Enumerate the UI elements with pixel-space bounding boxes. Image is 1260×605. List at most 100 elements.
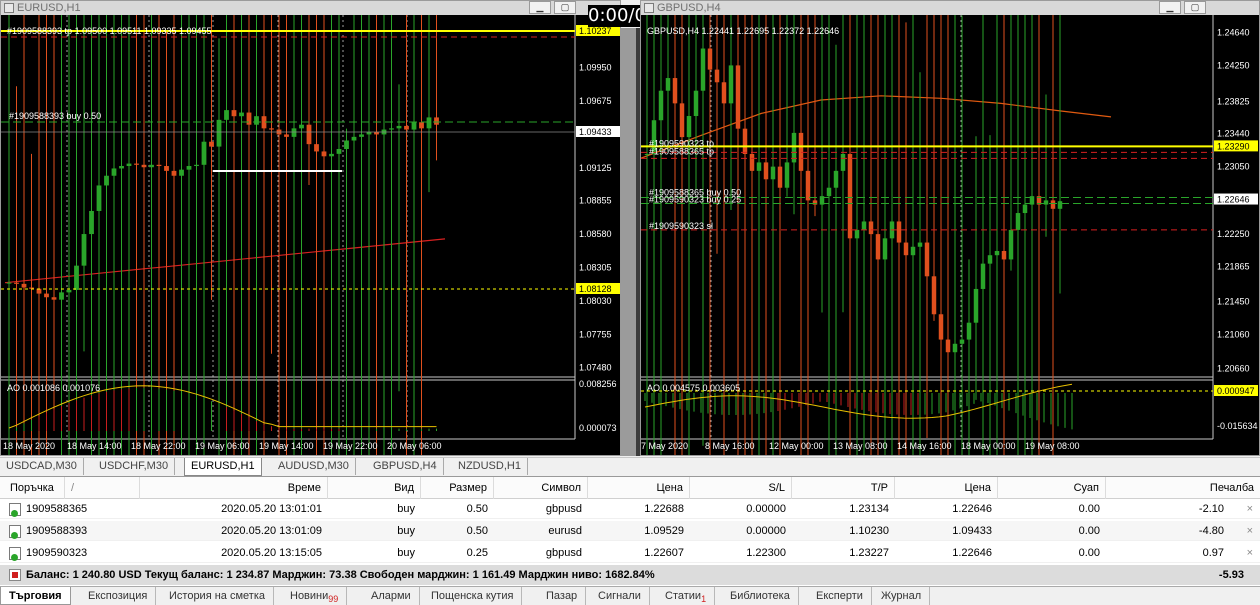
candle-body [321,151,327,157]
col-time[interactable]: Време [140,477,328,499]
table-row[interactable]: 1909590323 2020.05.20 13:15:05 buy 0.25 gbpu… [0,543,1260,563]
candle-body [707,48,713,70]
cell-tp: 1.23134 [849,503,889,515]
cell-type: buy [397,525,415,537]
close-order-icon[interactable]: × [1247,543,1253,563]
symbol-tab-eurusd[interactable]: EURUSD,H1 [184,458,262,476]
col-size[interactable]: Размер [421,477,494,499]
cell-price: 1.22688 [644,503,684,515]
minimize-button[interactable]: ▁ [1159,1,1181,14]
col-type[interactable]: Вид [328,477,421,499]
cell-time: 2020.05.20 13:01:09 [221,525,322,537]
candle-body [1050,200,1056,209]
price-tick-label: 1.21060 [1217,330,1250,340]
candle-body [239,112,244,117]
terminal-tab-6[interactable]: Пазар [538,587,587,605]
eurusd-chart-canvas[interactable]: 1.09950 1.09675 1.09125 1.08855 1.08580 1.083… [1,15,620,455]
table-row[interactable]: 1909588365 2020.05.20 13:01:01 buy 0.50 gbpu… [0,499,1260,519]
symbol-tab-usdchf[interactable]: USDCHF,M30 [93,458,176,475]
candle-body [411,122,417,130]
close-order-icon[interactable]: × [1247,521,1253,541]
candle-body [665,78,671,91]
col-profit[interactable]: Печалба [1106,477,1260,499]
candle-body [749,153,755,171]
cell-price: 1.22607 [644,547,684,559]
candle-body [179,169,184,176]
col-price[interactable]: Цена [588,477,690,499]
terminal-tab-3[interactable]: Новини99 [282,587,348,605]
candle-body [89,210,94,235]
col-swap[interactable]: Суап [998,477,1106,499]
cell-sl: 1.22300 [746,547,786,559]
symbol-tab-nzdusd[interactable]: NZDUSD,H1 [452,458,528,475]
price-tick-label: 1.24250 [1217,60,1250,70]
terminal-tab-7[interactable]: Сигнали [590,587,650,605]
minimize-button[interactable]: ▁ [529,1,551,14]
candle-body [81,234,87,266]
terminal-tab-label: Статии [665,590,702,602]
chart-title-bar[interactable]: EURUSD,H1 [1,1,620,15]
balance-row: Баланс: 1 240.80 USD Текущ баланс: 1 234… [0,565,1260,585]
terminal-tab-11[interactable]: Журнал [873,587,931,605]
terminal-tab-label: Експозиция [88,590,148,602]
col-current-price[interactable]: Цена [895,477,998,499]
candle-body [434,117,439,125]
candle-body [1057,201,1063,209]
gbpusd-chart-canvas[interactable]: 1.24640 1.24250 1.23825 1.23440 1.23050 1.222… [641,15,1259,455]
tp-price-label: 1.10237 [579,26,612,36]
price-tick-label: 1.23825 [1217,96,1250,106]
terminal-tab-9[interactable]: Библиотека [722,587,799,605]
symbol-tab-audusd[interactable]: AUDUSD,M30 [272,458,356,475]
terminal-window: EURUSD,H1 ▁ ▢ 1.09950 1.09675 1.09125 1.088… [0,0,1260,605]
terminal-tab-5[interactable]: Пощенска кутия [423,587,523,605]
candle-body [826,187,832,197]
table-row[interactable]: 1909588393 2020.05.20 13:01:09 buy 0.50 euru… [0,521,1260,541]
time-tick-label: 19 May 14:00 [259,441,314,451]
symbol-tab-usdcad[interactable]: USDCAD,M30 [0,458,84,475]
candle-body [404,125,409,130]
candle-body [119,166,124,169]
terminal-tab-label: Библиотека [730,590,790,602]
chart-window-icon [4,3,14,13]
cell-symbol: gbpusd [545,547,582,559]
col-symbol[interactable]: Символ [494,477,588,499]
terminal-tab-label: Сигнали [598,590,641,602]
candle-body [686,116,692,138]
candle-body [344,140,349,150]
level-price-text: 1.23290 [1217,141,1250,151]
candle-body [1008,229,1014,260]
symbol-tab-gbpusd[interactable]: GBPUSD,H4 [367,458,444,475]
maximize-button[interactable]: ▢ [1184,1,1206,14]
candle-body [896,221,902,243]
col-order[interactable]: Поръчка [0,477,65,499]
window-splitter[interactable] [621,28,636,456]
terminal-tab-label: Експерти [816,590,863,602]
candle-body [770,166,776,180]
cell-time: 2020.05.20 13:15:05 [221,547,322,559]
order-label: #1909588393 buy 0.50 [9,111,101,121]
time-tick-label: 12 May 00:00 [769,441,824,451]
close-order-icon[interactable]: × [1247,499,1253,519]
terminal-tab-label: Новини [290,590,329,602]
terminal-tab-0[interactable]: Търговия [0,587,71,605]
maximize-button[interactable]: ▢ [554,1,576,14]
chart-window-eurusd[interactable]: EURUSD,H1 ▁ ▢ 1.09950 1.09675 1.09125 1.088… [0,0,621,456]
candle-body [868,221,874,235]
cell-sl: 0.00000 [746,503,786,515]
ao-tick-label: 0.000947 [1217,386,1255,396]
terminal-tab-10[interactable]: Експерти [808,587,872,605]
cell-swap: 0.00 [1078,547,1100,559]
candle-body [952,343,958,353]
time-tick-label: 18 May 2020 [3,441,55,451]
candle-body [329,153,334,157]
terminal-tab-1[interactable]: Експозиция [80,587,157,605]
terminal-tab-8[interactable]: Статии1 [657,587,716,605]
col-sl[interactable]: S/L [690,477,792,499]
chart-window-gbpusd[interactable]: GBPUSD,H4 ▁ ▢ 1.24640 1.24250 1.23825 1.234… [640,0,1260,456]
terminal-tab-2[interactable]: История на сметка [161,587,274,605]
col-tp[interactable]: T/P [792,477,895,499]
cell-order: 1909590323 [26,547,88,559]
candle-body [658,90,664,121]
terminal-tab-4[interactable]: Аларми [363,587,420,605]
candle-body [14,282,19,284]
